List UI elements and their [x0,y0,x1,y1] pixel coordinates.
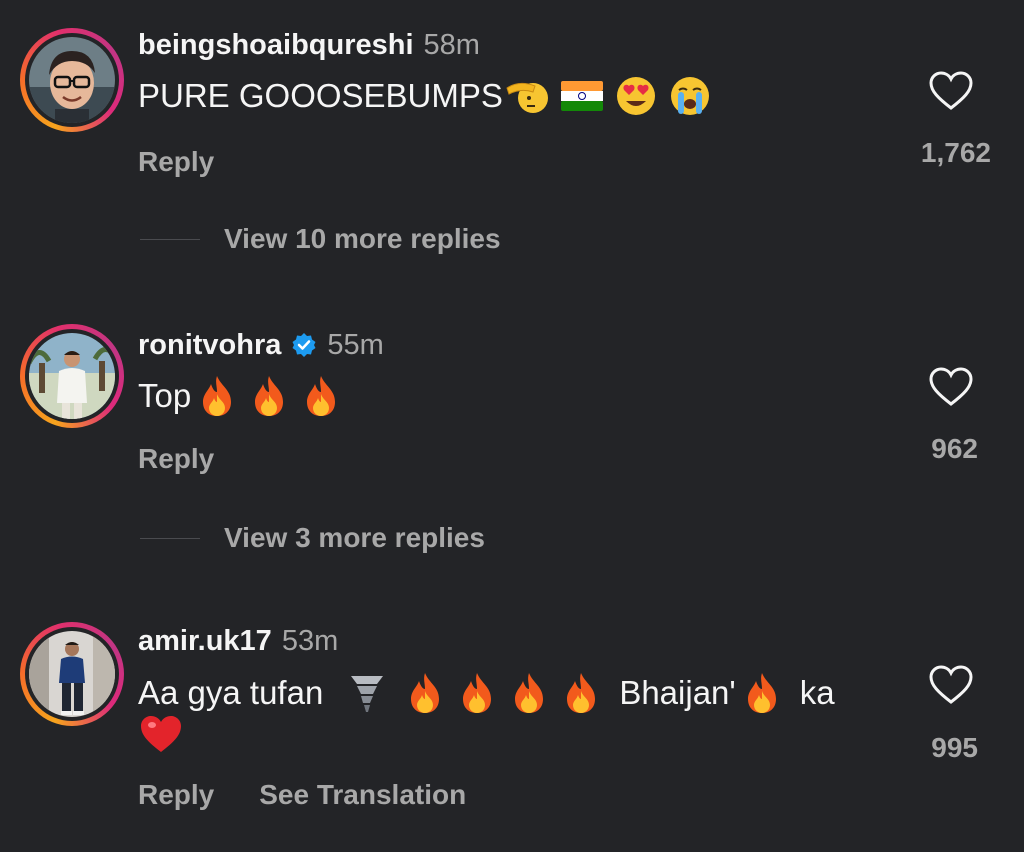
comment-text: PURE GOOOSEBUMPS [138,74,711,118]
fire-icon [457,671,497,715]
avatar-story-ring[interactable] [20,28,124,132]
heart-eyes-icon [615,75,657,117]
loudly-crying-icon [669,75,711,117]
fire-icon [249,374,289,418]
comment-text: Top [138,374,341,418]
comment-body: Top [138,377,192,414]
avatar [29,37,115,123]
like-heart-icon[interactable] [928,70,974,112]
comment-text: Aa gya tufan Bhaijan' ka [138,670,835,716]
view-replies-label: View 10 more replies [224,223,501,254]
like-heart-icon[interactable] [928,664,974,706]
red-heart-icon [138,712,184,756]
fire-icon [301,374,341,418]
fire-icon [405,671,445,715]
timestamp: 55m [327,329,384,361]
like-heart-icon[interactable] [928,366,974,408]
timestamp: 53m [281,625,339,657]
fire-icon [561,671,601,715]
like-count: 995 [931,732,978,763]
comment-body-part1: Aa gya tufan [138,674,324,711]
comment-body-part2: Bhaijan' [619,674,736,711]
avatar [29,631,115,717]
saluting-face-icon [505,76,549,116]
tornado-icon [347,670,387,716]
reply-button[interactable]: Reply [138,146,214,178]
see-translation-button[interactable]: See Translation [259,779,466,811]
fire-icon [742,671,782,715]
comment-actions: Reply See Translation [138,779,466,811]
india-flag-icon [560,81,603,111]
comment-meta: amir.uk17 53m [138,624,338,658]
like-count: 1,762 [920,137,991,168]
comment-meta: ronitvohra 55m [138,328,384,362]
reply-button[interactable]: Reply [138,443,214,475]
comment-meta: beingshoaibqureshi 58m [138,28,480,62]
view-replies-button[interactable]: View 10 more replies [140,223,501,255]
username[interactable]: beingshoaibqureshi [138,28,414,62]
timestamp: 58m [423,29,480,61]
view-replies-button[interactable]: View 3 more replies [140,522,485,554]
username[interactable]: amir.uk17 [138,624,272,658]
avatar [29,333,115,419]
comment-actions: Reply [138,146,214,178]
comment-body-part3: ka [799,674,835,711]
like-count: 962 [931,433,978,464]
username[interactable]: ronitvohra [138,328,281,362]
replies-divider [140,537,200,539]
verified-badge-icon [292,333,316,357]
avatar-story-ring[interactable] [20,324,124,428]
view-replies-label: View 3 more replies [224,522,485,553]
comment-body: PURE GOOOSEBUMPS [138,77,503,114]
reply-button[interactable]: Reply [138,779,214,811]
replies-divider [140,238,200,240]
fire-icon [509,671,549,715]
avatar-story-ring[interactable] [20,622,124,726]
fire-icon [197,374,237,418]
comment-actions: Reply [138,443,214,475]
